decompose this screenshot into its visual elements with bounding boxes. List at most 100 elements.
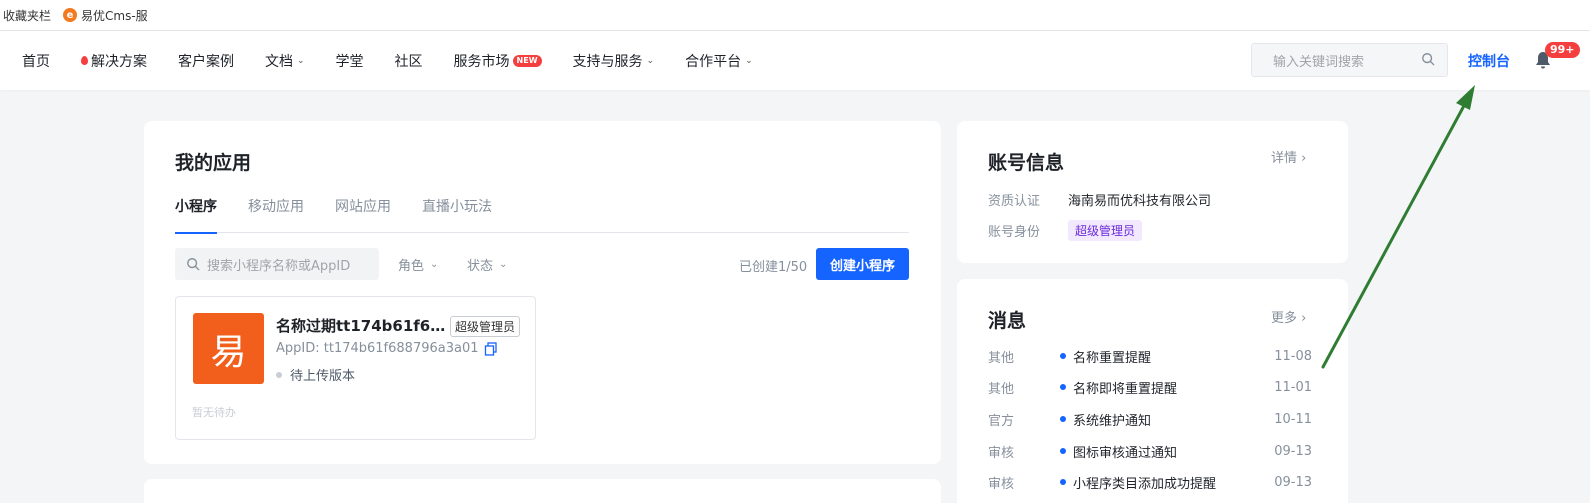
message-category: 其他 <box>988 381 1015 397</box>
nav-link-label: 文档 <box>265 53 293 70</box>
nav-link-community[interactable]: 社区 <box>395 51 423 71</box>
console-link[interactable]: 控制台 <box>1468 51 1510 71</box>
app-status-text: 待上传版本 <box>290 369 356 384</box>
nav-link-home[interactable]: 首页 <box>22 51 50 71</box>
my-apps-card: 我的应用 小程序 移动应用 网站应用 直播小玩法 搜索小程序名称或AppID 角… <box>144 121 941 464</box>
account-row-label: 资质认证 <box>988 194 1041 209</box>
account-detail-link[interactable]: 详情 › <box>1271 147 1306 166</box>
message-item[interactable]: 审核 图标审核通过通知 09-13 <box>988 441 1312 461</box>
nav-link-docs[interactable]: 文档 ⌄ <box>265 51 305 71</box>
app-item-card[interactable]: 易 名称过期tt174b61f688... 超级管理员 AppID: tt174… <box>175 296 536 440</box>
nav-search-placeholder: 输入关键词搜索 <box>1273 54 1365 70</box>
nav-link-support[interactable]: 支持与服务 ⌄ <box>573 51 655 71</box>
nav-link-academy[interactable]: 学堂 <box>336 51 364 71</box>
status-filter-dropdown[interactable]: 状态 ⌄ <box>467 255 507 274</box>
create-mini-program-button[interactable]: 创建小程序 <box>816 248 909 280</box>
app-todo-text: 暂无待办 <box>192 406 236 419</box>
role-filter-dropdown[interactable]: 角色 ⌄ <box>398 255 438 274</box>
nav-link-market[interactable]: 服务市场 NEW <box>454 51 542 71</box>
app-type-tabs: 小程序 移动应用 网站应用 直播小玩法 <box>175 196 909 234</box>
messages-more-link[interactable]: 更多 › <box>1271 307 1306 326</box>
unread-dot-icon <box>1060 416 1066 422</box>
unread-dot-icon <box>1060 448 1066 454</box>
status-dot-icon <box>276 371 282 378</box>
app-name[interactable]: 名称过期tt174b61f688... <box>276 315 446 336</box>
message-date: 09-13 <box>1274 443 1312 459</box>
search-icon <box>187 258 200 271</box>
tab-mini-program[interactable]: 小程序 <box>175 196 217 234</box>
chevron-down-icon: ⌄ <box>646 55 655 66</box>
message-category: 审核 <box>988 476 1015 492</box>
message-item[interactable]: 审核 小程序类目添加成功提醒 09-13 <box>988 472 1312 492</box>
nav-link-label: 客户案例 <box>178 53 234 70</box>
message-title: 名称即将重置提醒 <box>1073 381 1178 397</box>
chevron-right-icon: › <box>1301 311 1307 326</box>
nav-link-partners[interactable]: 合作平台 ⌄ <box>685 51 753 71</box>
account-info-title: 账号信息 <box>988 152 1065 174</box>
bookmark-folder[interactable]: 收藏夹栏 <box>3 7 51 24</box>
message-title: 名称重置提醒 <box>1073 350 1152 366</box>
status-filter-label: 状态 <box>467 259 494 274</box>
nav-link-cases[interactable]: 客户案例 <box>178 51 234 71</box>
unread-dot-icon <box>1060 353 1066 359</box>
app-id-row: AppID: tt174b61f688796a3a01 <box>276 341 498 356</box>
chevron-down-icon: ⌄ <box>430 259 439 270</box>
role-filter-label: 角色 <box>398 259 425 274</box>
account-row-identity: 账号身份 超级管理员 <box>988 220 1143 241</box>
account-row-certification: 资质认证 海南易而优科技有限公司 <box>988 190 1211 209</box>
chevron-down-icon: ⌄ <box>297 55 305 66</box>
hot-flame-icon <box>81 56 88 65</box>
nav-link-label: 支持与服务 <box>572 53 643 70</box>
app-logo: 易 <box>193 313 264 384</box>
chevron-right-icon: › <box>1301 151 1307 166</box>
message-category: 审核 <box>988 445 1015 461</box>
message-title: 系统维护通知 <box>1073 413 1152 429</box>
nav-link-label: 服务市场 <box>453 53 510 70</box>
account-row-label: 账号身份 <box>988 225 1041 240</box>
app-id-text: AppID: tt174b61f688796a3a01 <box>276 341 479 356</box>
copy-icon[interactable] <box>484 341 498 356</box>
top-nav: 首页 解决方案 客户案例 文档 ⌄ 学堂 社区 服务市场 NEW 支持与服务 ⌄… <box>0 31 1590 90</box>
message-item[interactable]: 其他 名称即将重置提醒 11-01 <box>988 377 1312 397</box>
nav-link-label: 学堂 <box>335 53 364 70</box>
bookmarks-bar: 收藏夹栏 e 易优Cms-服 <box>0 0 1590 31</box>
secondary-card <box>144 479 941 503</box>
message-date: 10-11 <box>1274 411 1312 427</box>
nav-link-label: 合作平台 <box>685 53 742 70</box>
account-info-card: 账号信息 详情 › 资质认证 海南易而优科技有限公司 账号身份 超级管理员 <box>957 121 1348 263</box>
message-item[interactable]: 官方 系统维护通知 10-11 <box>988 409 1312 429</box>
message-item[interactable]: 其他 名称重置提醒 11-08 <box>988 346 1312 366</box>
bookmark-site[interactable]: e 易优Cms-服 <box>63 7 148 24</box>
message-date: 11-08 <box>1274 348 1312 364</box>
site-favicon-icon: e <box>63 8 78 22</box>
message-title: 小程序类目添加成功提醒 <box>1073 476 1217 492</box>
my-apps-title: 我的应用 <box>175 152 252 174</box>
messages-more-label: 更多 <box>1271 311 1298 326</box>
messages-card: 消息 更多 › 其他 名称重置提醒 11-08 其他 名称即将重置提醒 11-0… <box>957 279 1348 503</box>
new-badge: NEW <box>512 54 542 67</box>
bookmark-site-label: 易优Cms-服 <box>81 8 148 23</box>
message-title: 图标审核通过通知 <box>1073 445 1178 461</box>
notification-count-badge: 99+ <box>1545 42 1580 58</box>
admin-identity-badge: 超级管理员 <box>1068 220 1143 241</box>
nav-link-solutions[interactable]: 解决方案 <box>81 51 147 71</box>
unread-dot-icon <box>1060 479 1066 485</box>
message-category: 官方 <box>988 413 1015 429</box>
message-category: 其他 <box>988 350 1015 366</box>
tab-web-app[interactable]: 网站应用 <box>335 196 391 233</box>
search-icon[interactable] <box>1421 52 1435 66</box>
messages-title: 消息 <box>988 310 1027 332</box>
nav-link-label: 社区 <box>394 53 423 70</box>
account-row-value: 海南易而优科技有限公司 <box>1068 194 1212 209</box>
tab-live-play[interactable]: 直播小玩法 <box>422 196 492 233</box>
message-date: 09-13 <box>1274 474 1312 490</box>
app-search-input[interactable]: 搜索小程序名称或AppID <box>175 248 379 280</box>
chevron-down-icon: ⌄ <box>499 259 508 270</box>
message-date: 11-01 <box>1274 379 1312 395</box>
nav-search-input[interactable]: 输入关键词搜索 <box>1251 43 1448 77</box>
nav-link-label: 首页 <box>22 53 50 70</box>
app-search-placeholder: 搜索小程序名称或AppID <box>207 258 351 274</box>
chevron-down-icon: ⌄ <box>745 55 753 66</box>
tab-mobile-app[interactable]: 移动应用 <box>248 196 304 233</box>
app-role-badge: 超级管理员 <box>450 316 521 337</box>
